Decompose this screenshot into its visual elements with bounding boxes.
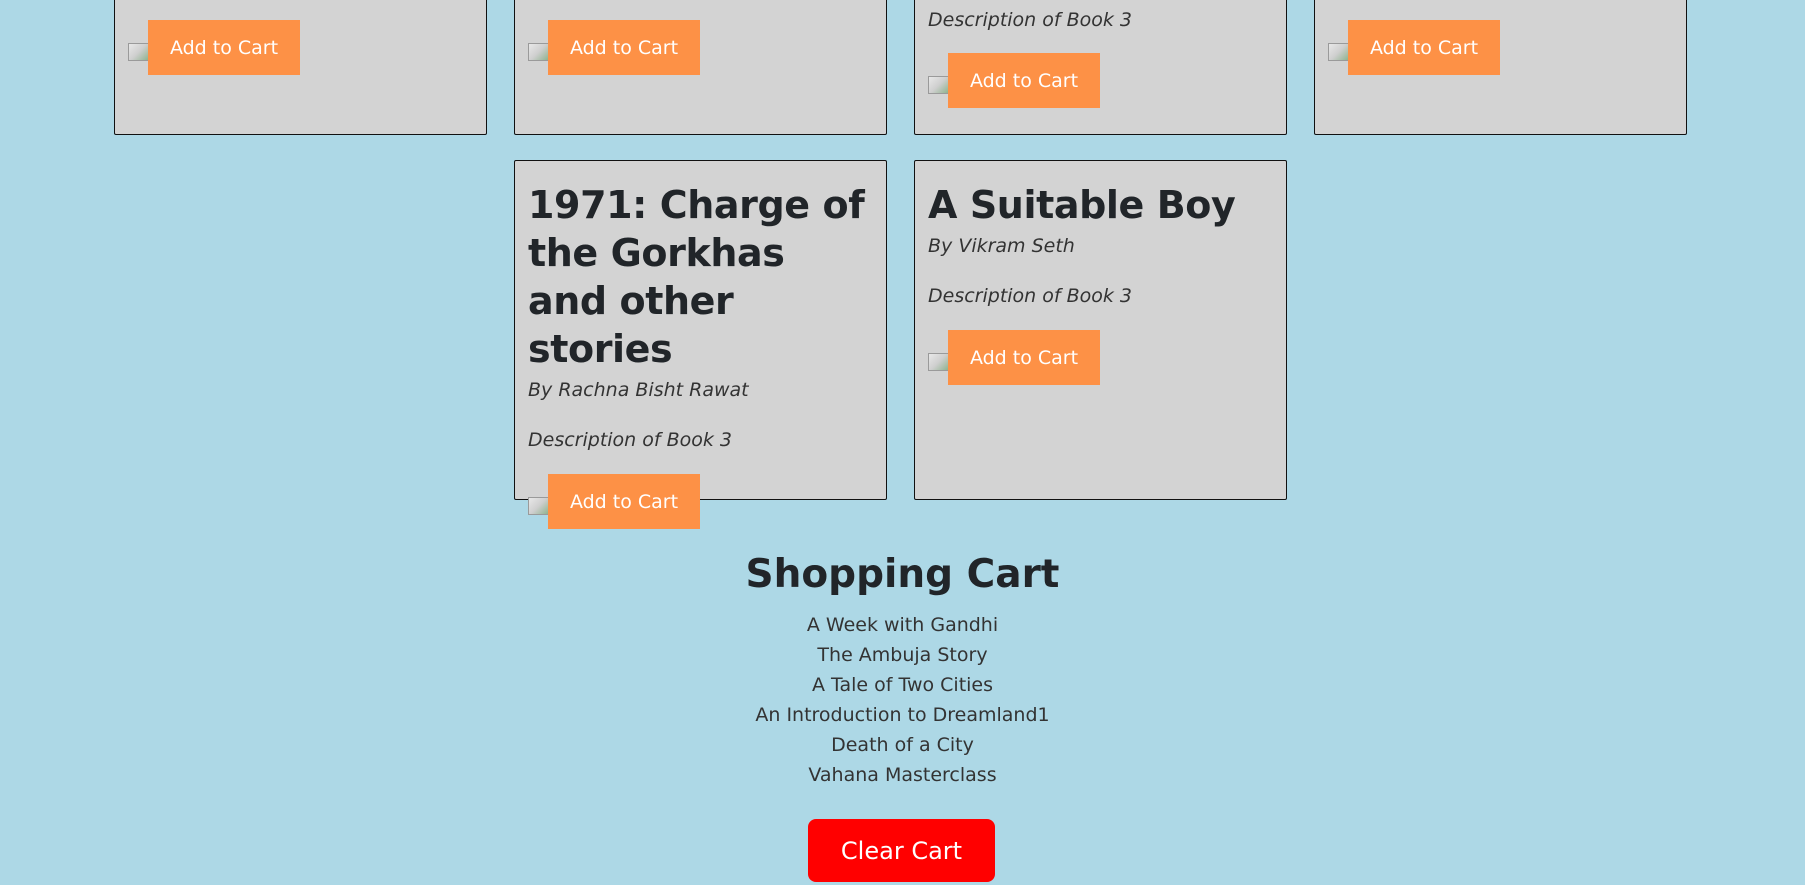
- buy-row: Add to Cart: [928, 53, 1273, 108]
- cart-item: A Week with Gandhi: [806, 614, 999, 636]
- cart-list: A Week with Gandhi The Ambuja Story A Ta…: [0, 610, 1805, 790]
- buy-row: Add to Cart: [528, 474, 873, 529]
- book-card: Add to Cart: [1314, 0, 1687, 135]
- cart-item: The Ambuja Story: [817, 644, 988, 666]
- cart-item: Death of a City: [831, 734, 974, 756]
- add-to-cart-button[interactable]: Add to Cart: [948, 330, 1100, 385]
- book-author: By Vikram Seth: [928, 235, 1075, 257]
- book-description: Description of Book 3: [928, 9, 1133, 31]
- add-to-cart-button[interactable]: Add to Cart: [548, 474, 700, 529]
- book-cover-image: [1328, 43, 1348, 61]
- book-cover-image: [928, 353, 948, 371]
- book-title: 1971: Charge of the Gorkhas and other st…: [528, 183, 865, 371]
- page: Add to Cart Add to Cart Description of B…: [0, 0, 1805, 885]
- book-author: By Rachna Bisht Rawat: [528, 379, 749, 401]
- book-cover-image: [528, 497, 548, 515]
- buy-row: Add to Cart: [928, 330, 1273, 385]
- book-card: Add to Cart: [514, 0, 887, 135]
- cart-title: Shopping Cart: [745, 552, 1060, 597]
- cart-item: A Tale of Two Cities: [811, 674, 994, 696]
- buy-row: Add to Cart: [128, 20, 473, 75]
- add-to-cart-button[interactable]: Add to Cart: [548, 20, 700, 75]
- buy-row: Add to Cart: [528, 20, 873, 75]
- cart-item: Vahana Masterclass: [808, 764, 997, 786]
- add-to-cart-button[interactable]: Add to Cart: [1348, 20, 1500, 75]
- book-description: Description of Book 3: [928, 285, 1133, 307]
- book-card: 1971: Charge of the Gorkhas and other st…: [514, 160, 887, 529]
- buy-row: Add to Cart: [1328, 20, 1673, 75]
- clear-cart-button[interactable]: Clear Cart: [808, 819, 995, 882]
- cart-item: An Introduction to Dreamland1: [755, 704, 1050, 726]
- add-to-cart-button[interactable]: Add to Cart: [148, 20, 300, 75]
- book-title: A Suitable Boy: [928, 183, 1236, 227]
- book-description: Description of Book 3: [528, 429, 733, 451]
- book-card: Description of Book 3 Add to Cart: [914, 0, 1287, 135]
- add-to-cart-button[interactable]: Add to Cart: [948, 53, 1100, 108]
- book-card: A Suitable Boy By Vikram Seth Descriptio…: [914, 160, 1287, 500]
- book-card: Add to Cart: [114, 0, 487, 135]
- book-cover-image: [928, 76, 948, 94]
- shopping-cart: Shopping Cart A Week with Gandhi The Amb…: [0, 545, 1805, 790]
- book-cover-image: [128, 43, 148, 61]
- book-cover-image: [528, 43, 548, 61]
